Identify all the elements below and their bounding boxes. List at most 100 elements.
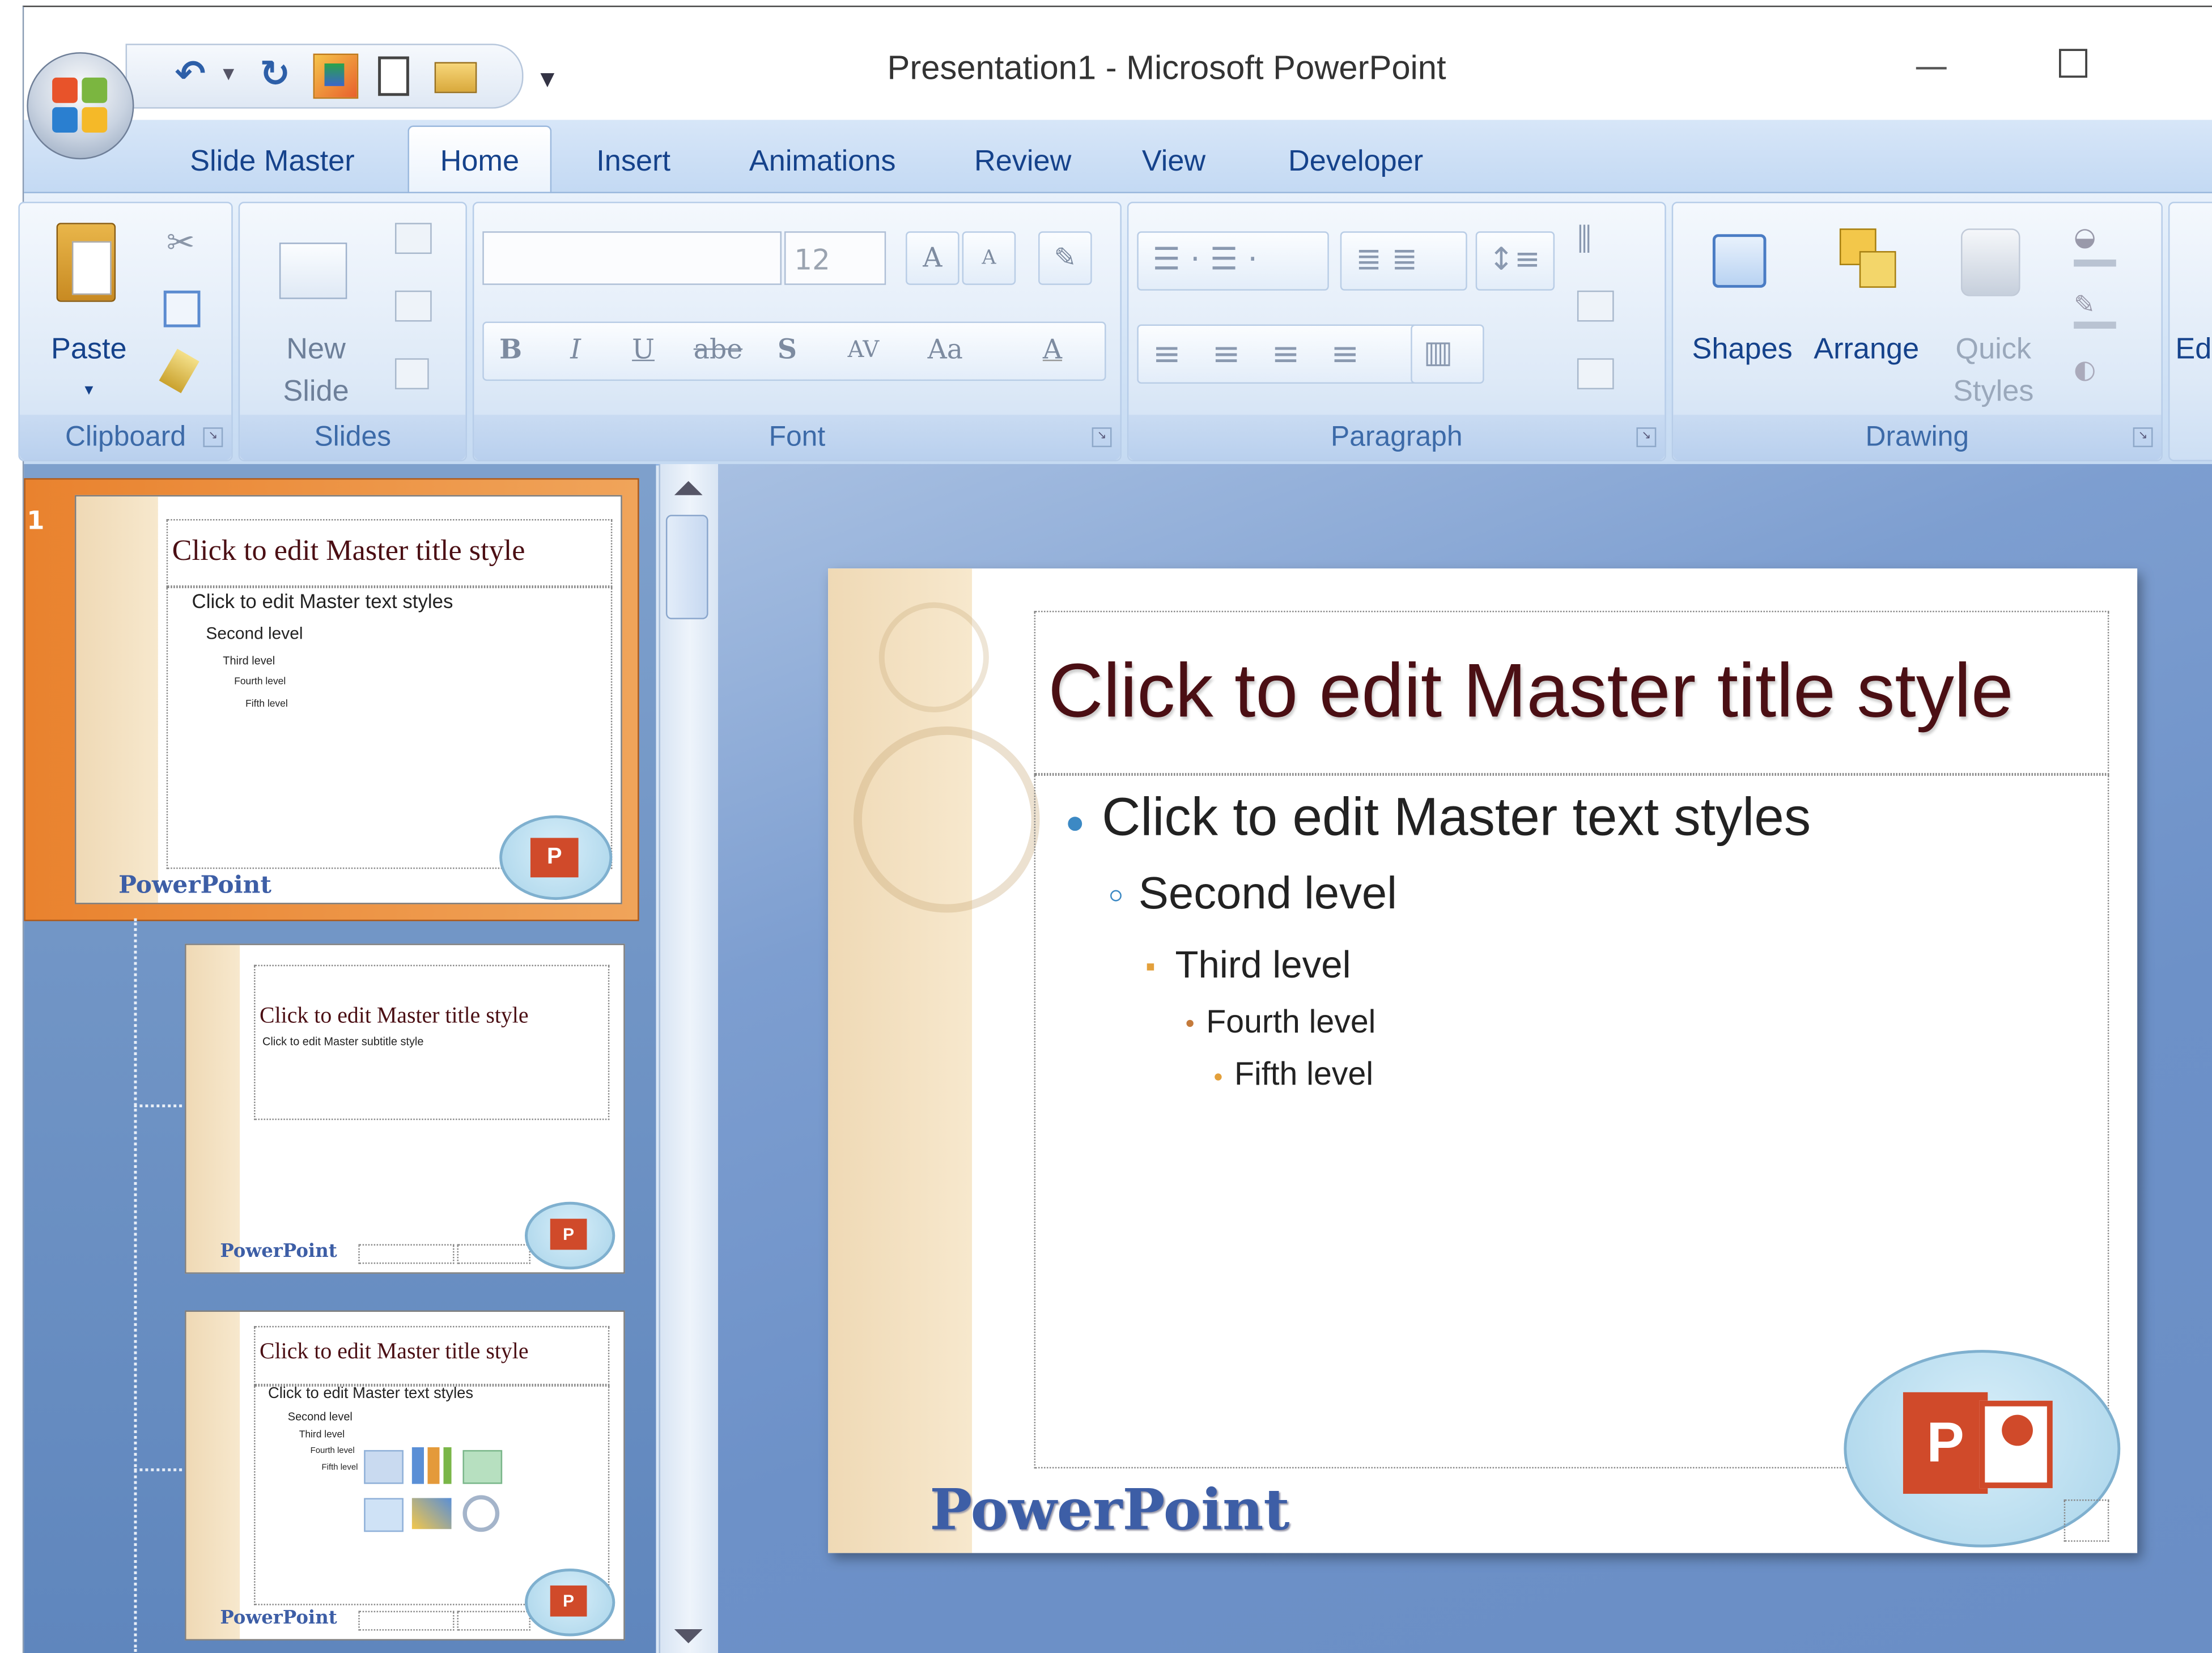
content-layout-thumbnail[interactable]: Click to edit Master title style Click t… [185, 1310, 625, 1641]
scroll-up-icon[interactable] [674, 481, 703, 495]
ribbon-tabs: Slide Master Home Insert Animations Revi… [24, 120, 2212, 195]
thumb-3-title: Click to edit Master title style [260, 1340, 529, 1365]
columns-button[interactable]: ▥ [1411, 324, 1484, 384]
main-slide[interactable]: Click to edit Master title style Click t… [828, 568, 2138, 1553]
grow-font-button[interactable]: A [906, 231, 959, 285]
shrink-font-button[interactable]: A [962, 231, 1016, 285]
align-text-icon[interactable] [1577, 290, 1614, 322]
font-name-combo[interactable] [482, 231, 782, 285]
resize-handle[interactable] [2064, 1499, 2109, 1542]
editing-label-partial[interactable]: Ed [2175, 330, 2212, 369]
clear-formatting-button[interactable]: ✎ [1038, 231, 1092, 285]
media-icon [462, 1495, 500, 1532]
character-spacing-button[interactable]: AV [830, 325, 897, 376]
quick-styles-label-1: Quick [1955, 333, 2032, 366]
tab-review[interactable]: Review [961, 134, 1085, 190]
customize-qat-icon[interactable]: ▾ [540, 61, 554, 95]
shapes-icon [1712, 234, 1767, 288]
bullet-l4 [1186, 1019, 1194, 1027]
shapes-label: Shapes [1692, 333, 1793, 366]
shape-effects-icon[interactable]: ◐ [2074, 355, 2116, 389]
open-folder-icon[interactable] [434, 62, 477, 94]
minimize-icon[interactable]: — [1914, 46, 1948, 86]
bullet-l5 [1215, 1073, 1222, 1081]
office-logo-icon [52, 77, 109, 134]
tab-insert[interactable]: Insert [577, 134, 690, 190]
thumb-2-logo: P [524, 1201, 615, 1270]
paste-button[interactable]: Paste ▾ [40, 214, 130, 411]
undo-icon[interactable]: ↶ [175, 54, 206, 96]
slides-thumbnail-pane: 1 Click to edit Master title style Click… [24, 464, 656, 1653]
office-button[interactable] [27, 52, 134, 160]
connector-line [134, 918, 137, 1652]
window-title: Presentation1 - Microsoft PowerPoint [887, 49, 1446, 88]
cut-icon[interactable]: ✂ [167, 223, 195, 262]
scroll-down-icon[interactable] [674, 1629, 703, 1643]
shadow-button[interactable]: S [762, 325, 813, 376]
powerpoint-logo-icon: P [1903, 1392, 1988, 1494]
drawing-launcher-icon[interactable]: ↘ [2133, 427, 2153, 448]
theme-icon[interactable] [313, 53, 359, 99]
line-spacing-button[interactable]: ↕≡ [1475, 231, 1555, 291]
thumbnail-scrollbar[interactable] [659, 464, 720, 1653]
text-direction-icon[interactable]: ⫼ [1577, 223, 1591, 258]
font-size-combo[interactable]: 12 [784, 231, 886, 285]
thumb-3-line-4: Fourth level [310, 1447, 355, 1456]
italic-button[interactable]: I [550, 325, 601, 376]
decorative-circle-large [853, 726, 1040, 913]
bold-button[interactable]: B [485, 325, 536, 376]
undo-dropdown-icon[interactable]: ▾ [223, 60, 234, 86]
thumb-3-brand: PowerPoint [220, 1608, 337, 1630]
master-title: Click to edit Master title style [1048, 649, 2014, 734]
new-document-icon[interactable] [378, 56, 409, 96]
title-layout-thumbnail[interactable]: Click to edit Master title style Click t… [185, 944, 625, 1274]
slide-brand-logo: PowerPoint [929, 1477, 1290, 1544]
group-drawing: Shapes Arrange Quick Styles ◒ ✎ ◐ Drawin… [1671, 201, 2163, 461]
reset-icon[interactable] [394, 290, 432, 322]
tab-home[interactable]: Home [407, 125, 552, 195]
font-size-value: 12 [794, 243, 830, 277]
shape-outline-icon[interactable]: ✎ [2074, 291, 2116, 329]
shapes-button[interactable]: Shapes [1679, 214, 1803, 411]
underline-button[interactable]: U [618, 325, 669, 376]
layout-icon[interactable] [394, 223, 432, 254]
change-case-button[interactable]: Aa [911, 325, 979, 376]
font-color-button[interactable]: A [1018, 325, 1086, 376]
shape-fill-icon[interactable]: ◒ [2074, 223, 2116, 267]
bullet-l1 [1068, 817, 1082, 831]
thumb-2-subtitle: Click to edit Master subtitle style [262, 1035, 424, 1048]
redo-icon[interactable]: ↻ [260, 54, 290, 96]
app-screen: ↶ ▾ ↻ ▾ Presentation1 - Microsoft PowerP… [0, 0, 2212, 1653]
new-slide-button[interactable]: New Slide [260, 214, 358, 411]
copy-icon[interactable] [163, 290, 201, 328]
decorative-circle-small [878, 602, 989, 713]
format-painter-icon[interactable] [159, 349, 199, 393]
quick-styles-button[interactable]: Quick Styles [1933, 214, 2054, 411]
smartart-icon-small [462, 1450, 503, 1484]
thumb-3-line-5: Fifth level [321, 1464, 358, 1473]
clipboard-launcher-icon[interactable]: ↘ [203, 427, 223, 448]
thumb-1-line-2: Second level [206, 623, 303, 644]
font-launcher-icon[interactable]: ↘ [1092, 427, 1112, 448]
paragraph-launcher-icon[interactable]: ↘ [1636, 427, 1657, 448]
content-placeholder-icons [364, 1447, 505, 1537]
tab-developer[interactable]: Developer [1266, 134, 1446, 190]
title-bar: ↶ ▾ ↻ ▾ Presentation1 - Microsoft PowerP… [24, 7, 2212, 160]
arrange-button[interactable]: Arrange [1803, 214, 1930, 411]
tab-slide-master[interactable]: Slide Master [159, 134, 385, 190]
bullet-l3 [1147, 963, 1154, 971]
thumb-2-title: Click to edit Master title style [260, 1004, 529, 1029]
smartart-icon[interactable] [1577, 358, 1614, 390]
strikethrough-button[interactable]: abe [686, 325, 751, 376]
delete-slide-icon[interactable] [394, 358, 429, 390]
connector-branch-2 [134, 1468, 182, 1472]
master-slide-thumbnail[interactable]: Click to edit Master title style Click t… [74, 495, 622, 904]
bullets-button[interactable]: ☰ · ☰ · [1137, 231, 1329, 291]
level-4-text: Fourth level [1206, 1002, 1376, 1040]
tab-view[interactable]: View [1130, 134, 1217, 190]
group-slides: New Slide Slides [238, 201, 467, 461]
scroll-thumb[interactable] [665, 515, 708, 619]
indent-buttons[interactable]: ≣ ≣ [1340, 231, 1467, 291]
tab-animations[interactable]: Animations [729, 134, 916, 190]
maximize-icon[interactable]: ☐ [2056, 41, 2091, 87]
